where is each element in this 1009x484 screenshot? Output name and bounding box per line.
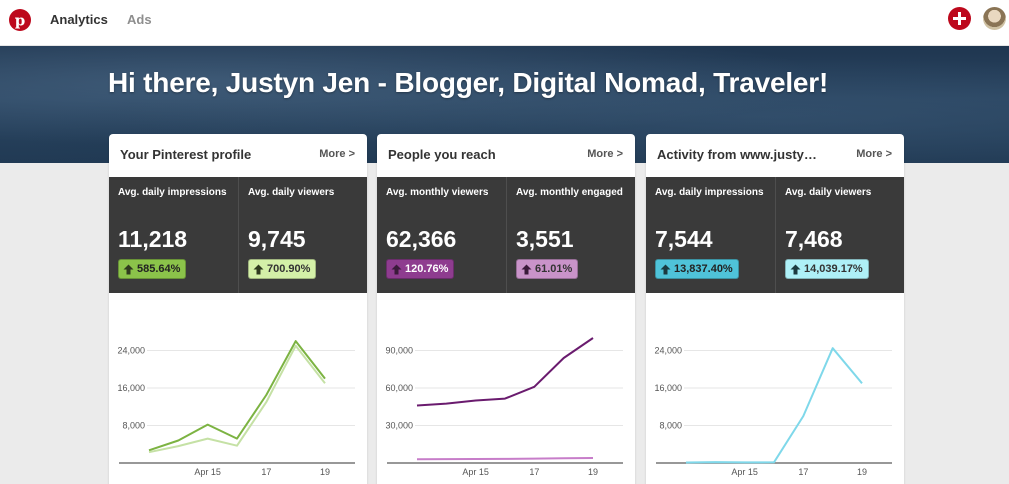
stat-value: 3,551: [516, 226, 574, 252]
x-tick-label: Apr 15: [731, 467, 758, 477]
y-tick-label: 8,000: [122, 421, 145, 431]
line-chart: 24,000 16,000 8,000 Apr 15 17 19: [109, 293, 367, 484]
line-chart: 90,000 60,000 30,000 Apr 15 17 19: [377, 293, 635, 484]
x-tick-label: 17: [798, 467, 808, 477]
y-tick-label: 60,000: [385, 383, 413, 393]
series-line-0: [416, 337, 594, 407]
arrow-up-icon: [391, 264, 402, 274]
card-stats: Avg. daily impressions 7,544 13,837.40% …: [646, 177, 904, 293]
add-circle-icon[interactable]: [948, 7, 971, 30]
card-stats: Avg. monthly viewers 62,366 120.76% Avg.…: [377, 177, 635, 293]
card-header: People you reach More >: [377, 134, 635, 177]
arrow-up-icon: [660, 264, 671, 274]
y-tick-label: 8,000: [659, 421, 682, 431]
series-line-1: [148, 344, 326, 454]
more-link[interactable]: More >: [319, 148, 355, 160]
more-link[interactable]: More >: [856, 148, 892, 160]
card-people-you-reach: People you reach More > Avg. monthly vie…: [377, 134, 635, 484]
series-line-0: [148, 340, 326, 452]
y-tick-label: 16,000: [117, 383, 145, 393]
card-pinterest-profile: Your Pinterest profile More > Avg. daily…: [109, 134, 367, 484]
y-tick-label: 24,000: [654, 346, 682, 356]
change-value: 120.76%: [405, 263, 449, 275]
stat-label: Avg. daily impressions: [118, 187, 227, 198]
x-tick-label: Apr 15: [194, 467, 221, 477]
change-badge: 13,837.40%: [655, 259, 739, 279]
top-navigation: p Analytics Ads: [0, 0, 1009, 46]
change-badge: 700.90%: [248, 259, 317, 279]
stat-value: 7,544: [655, 226, 713, 252]
welcome-title: Hi there, Justyn Jen - Blogger, Digital …: [108, 67, 829, 98]
arrow-up-icon: [253, 264, 264, 274]
stat-avg-daily-viewers: Avg. daily viewers 9,745 700.90%: [238, 177, 367, 293]
chart-svg: 90,000 60,000 30,000 Apr 15 17 19: [385, 337, 623, 477]
card-header: Activity from www.justy… More >: [646, 134, 904, 177]
chart-svg: 24,000 16,000 8,000 Apr 15 17 19: [654, 346, 892, 477]
stat-value: 62,366: [386, 226, 457, 252]
change-value: 585.64%: [137, 263, 181, 275]
y-tick-label: 16,000: [654, 383, 682, 393]
y-tick-label: 24,000: [117, 346, 145, 356]
stat-avg-daily-impressions: Avg. daily impressions 11,218 585.64%: [109, 177, 238, 293]
change-value: 700.90%: [267, 263, 311, 275]
series-line-1: [416, 457, 594, 461]
stat-value: 11,218: [118, 226, 188, 252]
change-value: 14,039.17%: [804, 263, 863, 275]
arrow-up-icon: [123, 264, 134, 274]
more-link[interactable]: More >: [587, 148, 623, 160]
stat-avg-monthly-viewers: Avg. monthly viewers 62,366 120.76%: [377, 177, 506, 293]
pinterest-logo-icon[interactable]: p: [9, 9, 31, 31]
nav-tab-ads[interactable]: Ads: [127, 12, 152, 27]
stat-label: Avg. daily viewers: [248, 187, 335, 198]
stat-avg-daily-impressions: Avg. daily impressions 7,544 13,837.40%: [646, 177, 775, 293]
nav-tab-analytics[interactable]: Analytics: [50, 12, 108, 27]
stat-label: Avg. monthly viewers: [386, 187, 489, 198]
change-badge: 585.64%: [118, 259, 187, 279]
chart-svg: 24,000 16,000 8,000 Apr 15 17 19: [117, 340, 355, 477]
x-tick-label: Apr 15: [462, 467, 489, 477]
x-tick-label: 19: [588, 467, 598, 477]
change-badge: 14,039.17%: [785, 259, 869, 279]
x-tick-label: 19: [857, 467, 867, 477]
svg-text:p: p: [15, 12, 26, 30]
change-badge: 61.01%: [516, 259, 579, 279]
y-tick-label: 30,000: [385, 421, 413, 431]
arrow-up-icon: [790, 264, 801, 274]
stat-label: Avg. daily viewers: [785, 187, 872, 198]
card-website-activity: Activity from www.justy… More > Avg. dai…: [646, 134, 904, 484]
x-tick-label: 19: [320, 467, 330, 477]
stat-avg-monthly-engaged: Avg. monthly engaged 3,551 61.01%: [506, 177, 635, 293]
user-avatar[interactable]: [983, 7, 1006, 30]
stat-value: 7,468: [785, 226, 843, 252]
stat-label: Avg. daily impressions: [655, 187, 764, 198]
y-tick-label: 90,000: [385, 346, 413, 356]
change-value: 13,837.40%: [674, 263, 733, 275]
stat-avg-daily-viewers: Avg. daily viewers 7,468 14,039.17%: [775, 177, 904, 293]
line-chart: 24,000 16,000 8,000 Apr 15 17 19: [646, 293, 904, 484]
x-tick-label: 17: [261, 467, 271, 477]
card-title: Your Pinterest profile: [120, 147, 252, 162]
x-tick-label: 17: [529, 467, 539, 477]
stat-label: Avg. monthly engaged: [516, 187, 623, 198]
arrow-up-icon: [521, 264, 532, 274]
card-title: People you reach: [388, 147, 496, 162]
change-badge: 120.76%: [386, 259, 455, 279]
card-header: Your Pinterest profile More >: [109, 134, 367, 177]
change-value: 61.01%: [535, 263, 573, 275]
stat-value: 9,745: [248, 226, 306, 252]
series-line-0: [685, 347, 863, 464]
card-stats: Avg. daily impressions 11,218 585.64% Av…: [109, 177, 367, 293]
card-title: Activity from www.justy…: [657, 147, 817, 162]
